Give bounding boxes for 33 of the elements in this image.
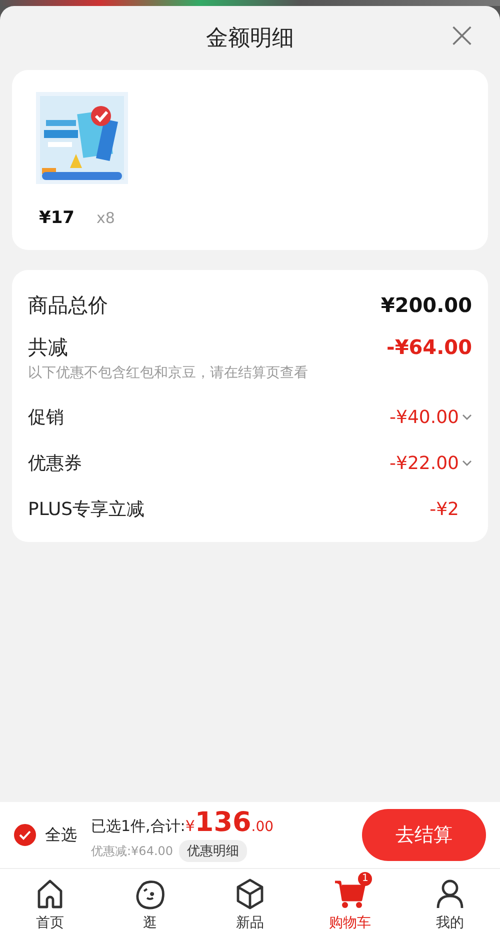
chevron-down-icon xyxy=(462,414,472,420)
savings-note: 以下优惠不包含红包和京豆，请在结算页查看 xyxy=(28,364,309,382)
nav-tab[interactable]: 我的 xyxy=(400,869,500,940)
nav-tab[interactable]: 逛 xyxy=(100,869,200,940)
summary-label: 商品总价 xyxy=(28,292,108,318)
discount-amount: -¥2 xyxy=(430,498,460,520)
product-price: ¥17 xyxy=(39,208,74,228)
sheet-title: 金额明细 xyxy=(206,25,294,53)
total-amount: ¥200.00 xyxy=(380,293,472,317)
nav-tab[interactable]: 首页 xyxy=(0,869,100,940)
currency-sign: ¥ xyxy=(185,817,195,835)
total-decimals: .00 xyxy=(251,819,274,835)
discount-amount[interactable]: -¥22.00 xyxy=(390,452,472,474)
total-price: 136 xyxy=(194,808,252,838)
nav-tab[interactable]: 购物车 1 xyxy=(300,869,400,940)
summary-label: 共减 xyxy=(28,334,68,360)
summary-label: 优惠券 xyxy=(28,452,82,475)
selected-summary: 已选1件,合计: xyxy=(91,817,186,836)
select-all-checkbox[interactable] xyxy=(14,824,36,846)
product-quantity: x8 xyxy=(96,209,115,227)
check-icon xyxy=(19,830,31,840)
discount-summary: 优惠减:¥64.00 xyxy=(91,842,174,860)
savings-amount: -¥64.00 xyxy=(386,335,472,359)
select-all-label[interactable]: 全选 xyxy=(45,824,77,846)
checkout-button[interactable]: 去结算 xyxy=(362,809,486,861)
chevron-down-icon xyxy=(462,460,472,466)
close-button[interactable]: × xyxy=(444,18,480,54)
discount-details-button[interactable]: 优惠明细 xyxy=(179,840,248,862)
cart-badge: 1 xyxy=(358,872,372,886)
summary-label: 促销 xyxy=(28,406,64,429)
nav-tab[interactable]: 新品 xyxy=(200,869,300,940)
discount-amount[interactable]: -¥40.00 xyxy=(390,406,472,428)
summary-label: PLUS专享立减 xyxy=(28,498,145,521)
